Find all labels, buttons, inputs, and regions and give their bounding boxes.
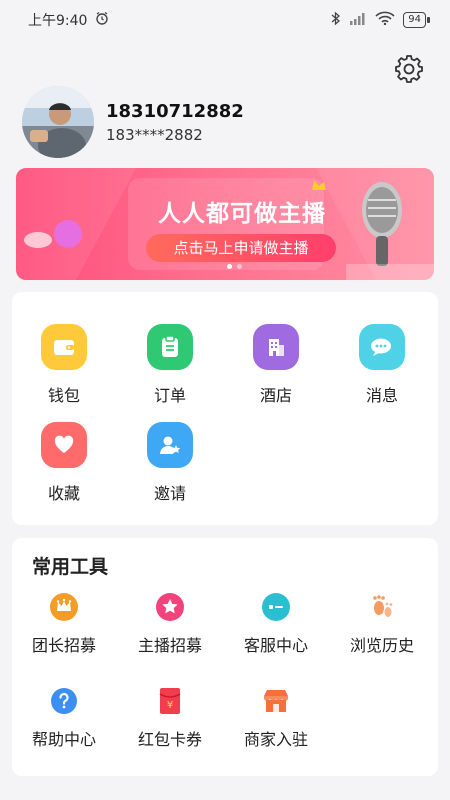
banner-pagination bbox=[227, 264, 242, 269]
tool-label: 浏览历史 bbox=[349, 636, 414, 655]
menu-label: 邀请 bbox=[153, 484, 186, 503]
wifi-icon bbox=[375, 11, 395, 29]
invite-icon bbox=[147, 422, 193, 468]
banner-apply-button[interactable]: 点击马上申请做主播 bbox=[146, 234, 336, 262]
menu-item-hotel[interactable]: 酒店 bbox=[224, 324, 328, 406]
tool-label: 红包卡券 bbox=[137, 730, 202, 749]
redpacket-icon: ¥ bbox=[155, 686, 185, 716]
tool-label: 主播招募 bbox=[137, 636, 202, 655]
menu-item-message[interactable]: 消息 bbox=[330, 324, 434, 406]
tool-label: 团长招募 bbox=[31, 636, 96, 655]
menu-label: 订单 bbox=[153, 386, 186, 405]
shop-icon bbox=[261, 686, 291, 716]
signal-icon bbox=[349, 12, 367, 29]
avatar[interactable] bbox=[22, 86, 94, 158]
heart-icon bbox=[41, 422, 87, 468]
banner-title: 人人都可做主播 bbox=[158, 201, 326, 227]
footprint-icon bbox=[367, 592, 397, 622]
tool-label: 客服中心 bbox=[243, 636, 308, 655]
settings-button[interactable] bbox=[394, 54, 424, 84]
common-tools-card: 常用工具 团长招募 主播招募 客服中心 浏览历史 帮助中心 ¥ 红包卡券 商家入… bbox=[12, 538, 438, 776]
battery-indicator: 94 bbox=[403, 12, 430, 28]
tools-section-title: 常用工具 bbox=[32, 556, 109, 578]
alarm-icon bbox=[95, 11, 109, 29]
tool-label: 帮助中心 bbox=[31, 730, 96, 749]
wallet-icon bbox=[41, 324, 87, 370]
menu-item-favorites[interactable]: 收藏 bbox=[12, 422, 116, 504]
tool-item-merchant-onboarding[interactable]: 商家入驻 bbox=[224, 686, 328, 750]
help-icon bbox=[49, 686, 79, 716]
pagination-dot bbox=[227, 264, 232, 269]
menu-label: 酒店 bbox=[259, 386, 292, 405]
menu-item-invite[interactable]: 邀请 bbox=[118, 422, 222, 504]
status-bar: 上午9:40 94 bbox=[0, 0, 450, 40]
tool-item-browsing-history[interactable]: 浏览历史 bbox=[330, 592, 434, 656]
message-icon bbox=[359, 324, 405, 370]
tool-item-customer-service[interactable]: 客服中心 bbox=[224, 592, 328, 656]
chat-icon bbox=[261, 592, 291, 622]
hotel-icon bbox=[253, 324, 299, 370]
svg-text:¥: ¥ bbox=[167, 700, 173, 711]
tool-item-help-center[interactable]: 帮助中心 bbox=[12, 686, 116, 750]
menu-item-wallet[interactable]: 钱包 bbox=[12, 324, 116, 406]
star-icon bbox=[155, 592, 185, 622]
menu-label: 收藏 bbox=[47, 484, 80, 503]
bluetooth-icon bbox=[331, 11, 341, 30]
username: 18310712882 bbox=[106, 100, 244, 122]
main-menu-card: 钱包 订单 酒店 消息 收藏 邀请 bbox=[12, 292, 438, 525]
crown-icon bbox=[49, 592, 79, 622]
phone-masked: 183****2882 bbox=[106, 125, 203, 144]
gear-icon bbox=[395, 55, 423, 83]
order-icon bbox=[147, 324, 193, 370]
tool-label: 商家入驻 bbox=[243, 730, 308, 749]
tool-item-team-leader-recruit[interactable]: 团长招募 bbox=[12, 592, 116, 656]
menu-label: 消息 bbox=[365, 386, 398, 405]
menu-item-order[interactable]: 订单 bbox=[118, 324, 222, 406]
menu-label: 钱包 bbox=[47, 386, 80, 405]
anchor-promo-banner[interactable]: 人人都可做主播 点击马上申请做主播 bbox=[16, 168, 434, 280]
tool-item-anchor-recruit[interactable]: 主播招募 bbox=[118, 592, 222, 656]
profile-header[interactable]: 18310712882 183****2882 bbox=[22, 86, 244, 158]
tool-item-red-packet-coupons[interactable]: ¥ 红包卡券 bbox=[118, 686, 222, 750]
status-time: 上午9:40 bbox=[28, 13, 88, 29]
pagination-dot bbox=[237, 264, 242, 269]
